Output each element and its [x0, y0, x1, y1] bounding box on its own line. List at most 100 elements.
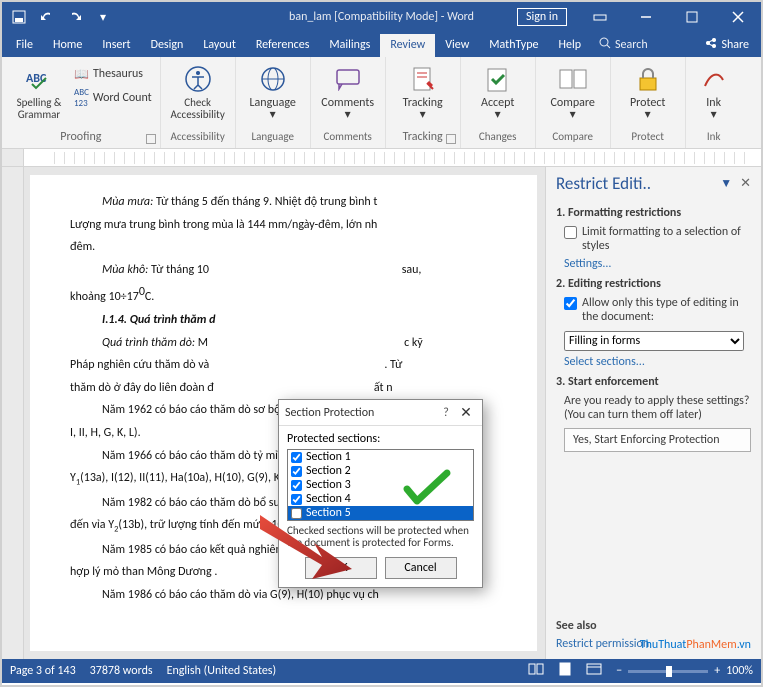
section-checkbox[interactable] [291, 466, 302, 477]
checkbox[interactable] [564, 297, 577, 310]
share-button[interactable]: Share [697, 33, 757, 57]
word-count-button[interactable]: ABC123Word Count [74, 87, 152, 109]
tab-help[interactable]: Help [549, 34, 592, 57]
ribbon-options-icon[interactable] [577, 2, 623, 32]
group-tracking: Tracking▾ Tracking [386, 57, 461, 148]
section-checkbox[interactable] [291, 452, 302, 463]
tell-me-search[interactable]: Search [591, 33, 656, 57]
save-icon[interactable] [8, 6, 30, 28]
group-comments: Comments▾ Comments [311, 57, 386, 148]
sign-in-button[interactable]: Sign in [517, 8, 567, 26]
redo-icon[interactable] [64, 6, 86, 28]
thesaurus-label: Thesaurus [93, 67, 143, 81]
settings-link[interactable]: Settings... [564, 257, 751, 271]
tab-mailings[interactable]: Mailings [319, 34, 380, 57]
comments-button[interactable]: Comments▾ [319, 61, 377, 121]
spelling-grammar-button[interactable]: ABC Spelling & Grammar [10, 61, 68, 121]
undo-icon[interactable] [36, 6, 58, 28]
ink-button[interactable]: Ink▾ [694, 61, 734, 121]
list-item[interactable]: Section 2 [288, 464, 473, 478]
zoom-slider[interactable] [628, 670, 708, 673]
enforcement-hint: Are you ready to apply these settings? (… [564, 394, 751, 422]
limit-formatting-checkbox[interactable]: Limit formatting to a selection of style… [564, 225, 751, 253]
watermark: ThuThuatPhanMem.vn [640, 626, 751, 655]
cancel-button[interactable]: Cancel [385, 557, 457, 579]
window-title: ban_lam [Compatibility Mode] - Word [289, 10, 474, 24]
sections-listbox[interactable]: Section 1 Section 2 Section 3 Section 4 … [287, 449, 474, 521]
section-checkbox[interactable] [291, 494, 302, 505]
section-heading: 1. Formatting restrictions [556, 206, 751, 220]
chevron-down-icon: ▾ [420, 108, 426, 122]
compare-icon [557, 63, 589, 95]
tab-home[interactable]: Home [43, 34, 92, 57]
ink-icon [698, 63, 730, 95]
section-heading: 3. Start enforcement [556, 375, 751, 389]
list-item[interactable]: Section 3 [288, 478, 473, 492]
protect-button[interactable]: Protect▾ [619, 61, 677, 121]
close-icon[interactable]: ✕ [740, 176, 751, 191]
accept-button[interactable]: Accept▾ [469, 61, 527, 121]
select-sections-link[interactable]: Select sections... [564, 355, 751, 369]
tab-insert[interactable]: Insert [92, 34, 140, 57]
list-item[interactable]: Section 4 [288, 492, 473, 506]
accessibility-label: Check Accessibility [171, 97, 225, 121]
accept-icon [482, 63, 514, 95]
minimize-icon[interactable] [623, 2, 669, 32]
ok-button[interactable]: OK [305, 557, 377, 579]
checkbox-label: Allow only this type of editing in the d… [582, 296, 751, 324]
language-button[interactable]: Language▾ [244, 61, 302, 121]
zoom-out-icon[interactable]: − [616, 664, 622, 678]
word-count-indicator[interactable]: 37878 words [90, 664, 153, 678]
maximize-icon[interactable] [669, 2, 715, 32]
search-icon [599, 37, 611, 53]
dialog-launcher-icon[interactable] [146, 134, 156, 144]
section-checkbox[interactable] [291, 480, 302, 491]
section-protection-dialog: Section Protection ? ✕ Protected section… [278, 399, 483, 588]
dialog-launcher-icon[interactable] [446, 134, 456, 144]
pane-options-icon[interactable]: ▼ [720, 176, 732, 191]
group-language: Language▾ Language [236, 57, 311, 148]
zoom-in-icon[interactable]: + [714, 664, 720, 678]
tab-view[interactable]: View [435, 34, 479, 57]
section-label: Section 2 [306, 464, 351, 478]
list-item[interactable]: Section 1 [288, 450, 473, 464]
tab-review[interactable]: Review [380, 34, 435, 57]
tab-mathtype[interactable]: MathType [479, 34, 548, 57]
tracking-button[interactable]: Tracking▾ [394, 61, 452, 121]
qat-customize-icon[interactable]: ▾ [92, 6, 114, 28]
check-accessibility-button[interactable]: Check Accessibility [169, 61, 227, 121]
chevron-down-icon: ▾ [345, 108, 351, 122]
read-mode-icon[interactable] [528, 663, 544, 679]
close-icon[interactable]: ✕ [456, 404, 476, 421]
group-label: Changes [469, 130, 527, 146]
group-proofing: ABC Spelling & Grammar 📖Thesaurus ABC123… [2, 57, 161, 148]
chevron-down-icon: ▾ [711, 108, 717, 122]
help-icon[interactable]: ? [436, 406, 456, 420]
close-icon[interactable] [715, 2, 761, 32]
list-item[interactable]: Section 5 [288, 506, 473, 520]
tab-file[interactable]: File [6, 34, 43, 57]
section-checkbox[interactable] [291, 508, 302, 519]
allow-editing-checkbox[interactable]: Allow only this type of editing in the d… [564, 296, 751, 324]
start-enforcing-button[interactable]: Yes, Start Enforcing Protection [564, 428, 751, 452]
page-indicator[interactable]: Page 3 of 143 [10, 664, 76, 678]
language-indicator[interactable]: English (United States) [167, 664, 277, 678]
vertical-ruler[interactable] [2, 167, 24, 659]
group-ink: Ink▾ Ink [686, 57, 742, 148]
tab-layout[interactable]: Layout [193, 34, 246, 57]
tab-references[interactable]: References [246, 34, 320, 57]
thesaurus-button[interactable]: 📖Thesaurus [74, 63, 152, 85]
editing-type-select[interactable]: Filling in forms [564, 331, 744, 351]
checkbox[interactable] [564, 226, 577, 239]
language-icon [257, 63, 289, 95]
tab-design[interactable]: Design [141, 34, 194, 57]
web-layout-icon[interactable] [586, 663, 602, 679]
group-label: Compare [544, 130, 602, 146]
group-changes: Accept▾ Changes [461, 57, 536, 148]
compare-button[interactable]: Compare▾ [544, 61, 602, 121]
section-label: Section 3 [306, 478, 351, 492]
zoom-level[interactable]: 100% [726, 664, 753, 678]
wordcount-icon: ABC123 [74, 87, 89, 109]
horizontal-ruler[interactable] [2, 149, 761, 167]
print-layout-icon[interactable] [558, 662, 572, 680]
